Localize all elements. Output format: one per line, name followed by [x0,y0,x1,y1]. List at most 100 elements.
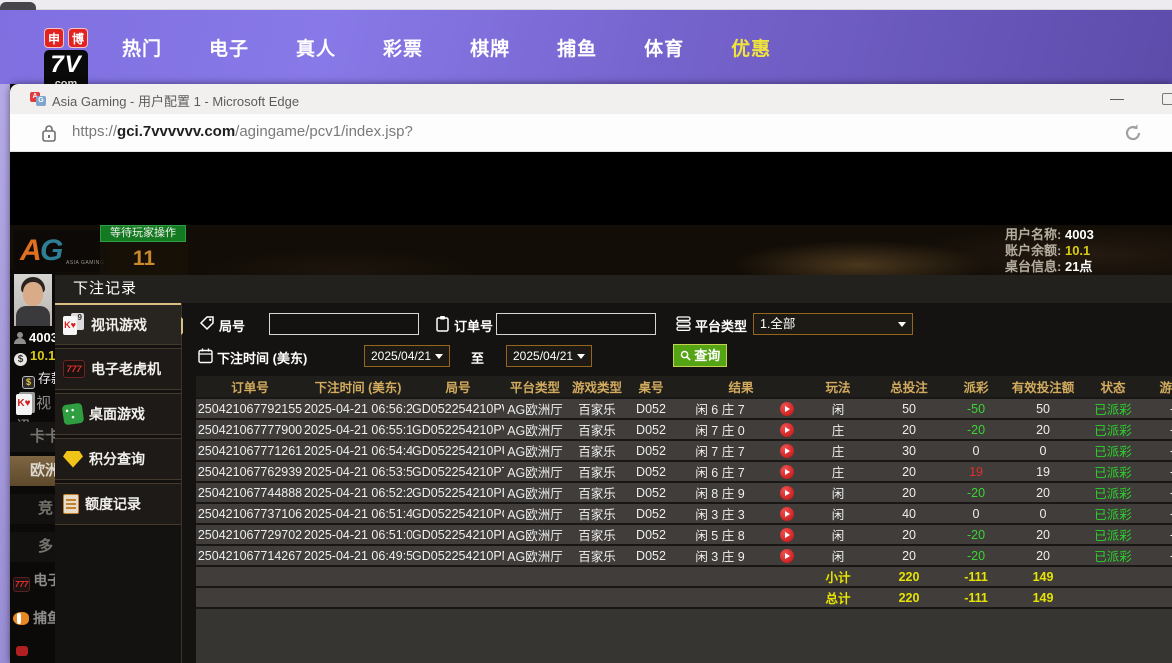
background-tab [0,2,36,10]
moneybag-icon: $ [14,353,27,366]
ag-brand-logo: A G ASIA GAMING [14,230,110,272]
slots-777-icon: 777 [13,577,30,592]
menu-item-slot-machines[interactable]: 777 电子老虎机 [55,348,181,390]
date-from-select[interactable]: 2025/04/21 [364,345,450,367]
total-row: 总计 220 -111 149 [196,587,1172,608]
menu-item-table-games[interactable]: 桌面游戏 [55,393,181,435]
col-game: 游戏 [1142,376,1172,398]
logo-7v: 7V [44,50,88,80]
person-icon [14,332,26,344]
subtotal-row: 小计 220 -111 149 [196,566,1172,587]
platform-type-select[interactable]: 1.全部 [753,313,913,335]
edge-window: AG Asia Gaming - 用户配置 1 - Microsoft Edge… [10,84,1172,663]
menu-item-video-games[interactable]: K♥9 视讯游戏 [55,303,181,345]
logo-badge-shen: 申 [44,28,64,48]
menu-item-points-query[interactable]: 积分查询 [55,438,181,480]
rail-balance: $10.1 [14,348,55,366]
play-video-button[interactable] [780,402,794,416]
col-time: 下注时间 (美东) [304,376,412,398]
slot-machine-icon: 777 [63,360,85,378]
screen: 申 博 7V com 热门 电子 真人 彩票 棋牌 捕鱼 体育 优惠 AG As… [0,0,1172,663]
table-row: 2504210677371062025-04-21 06:51:46 GD052… [196,503,1172,524]
nav-item-promo[interactable]: 优惠 [731,34,771,61]
nav-item-fishing[interactable]: 捕鱼 [557,34,597,61]
search-icon [680,350,691,361]
bet-time-label: 下注时间 (美东) [217,348,307,367]
play-video-button[interactable] [780,465,794,479]
platform-list-icon [675,315,692,332]
title-bar: AG Asia Gaming - 用户配置 1 - Microsoft Edge… [10,84,1172,114]
modal-content: 局号 订单号 平台类型 1.全部 [183,303,1172,663]
tag-icon [199,315,216,332]
order-no-input[interactable] [496,313,656,335]
table-row: 2504210677142672025-04-21 06:49:50 GD052… [196,545,1172,566]
col-order: 订单号 [196,376,304,398]
nav-item-lottery[interactable]: 彩票 [383,34,423,61]
records-doc-icon [63,494,79,514]
betting-records-modal: 下注记录 K♥9 视讯游戏 777 电子老虎机 桌面游戏 [55,275,1172,663]
chevron-down-icon [435,354,443,359]
url-bar[interactable]: https://gci.7vvvvvv.com/agingame/pcv1/in… [10,114,1172,152]
col-status: 状态 [1084,376,1142,398]
site-nav-menu: 热门 电子 真人 彩票 棋牌 捕鱼 体育 优惠 [122,10,771,84]
chevron-down-icon [898,322,906,327]
col-play: 玩法 [808,376,868,398]
chevron-down-icon [577,354,585,359]
play-video-button[interactable] [780,444,794,458]
menu-item-quota-records[interactable]: 额度记录 [55,483,181,525]
points-diamond-icon [63,451,83,468]
col-table-no: 桌号 [628,376,674,398]
col-platform: 平台类型 [504,376,566,398]
modal-title: 下注记录 [55,275,1172,303]
clipboard-icon [434,315,451,332]
window-title: Asia Gaming - 用户配置 1 - Microsoft Edge [52,91,299,110]
play-video-button[interactable] [780,423,794,437]
nav-item-hot[interactable]: 热门 [122,34,162,61]
minimize-button[interactable]: — [1102,84,1132,114]
play-video-button[interactable] [780,507,794,521]
user-label: 用户名称: [1005,227,1061,242]
col-bet: 总投注 [868,376,950,398]
play-video-button[interactable] [780,528,794,542]
maximize-button[interactable] [1162,93,1172,105]
page-edge-strip [0,84,10,663]
platform-type-label: 平台类型 [695,316,747,335]
col-payout: 派彩 [950,376,1002,398]
ag-brand-caption: ASIA GAMING [66,260,104,266]
ag-favicon-icon: AG [30,92,46,107]
balance-label: 账户余额: [1005,243,1061,258]
round-no-input[interactable] [269,313,419,335]
rail-username: 4003 [14,330,58,345]
status-badge: 等待玩家操作 [100,225,186,242]
avatar[interactable] [14,274,52,326]
table-row: 2504210677779002025-04-21 06:55:16 GD052… [196,419,1172,440]
table-row: 2504210677297022025-04-21 06:51:09 GD052… [196,524,1172,545]
countdown-timer: 11 [100,242,188,275]
play-video-button[interactable] [780,549,794,563]
refresh-icon[interactable] [1122,122,1144,144]
game-page: A G ASIA GAMING 等待玩家操作 11 用户名称: 4003 账户余… [10,152,1172,663]
fish-icon [13,612,29,625]
table-row: 2504210677448882025-04-21 06:52:28 GD052… [196,482,1172,503]
empty-row [196,608,1172,648]
nav-item-live[interactable]: 真人 [296,34,336,61]
table-games-icon [62,403,85,426]
search-button[interactable]: 查询 [673,344,727,367]
records-table-wrap: 订单号 下注时间 (美东) 局号 平台类型 游戏类型 桌号 结果 玩法 总投注 … [196,376,1172,663]
order-no-label: 订单号 [454,316,493,335]
to-label: 至 [471,348,484,367]
playing-card-icon: K♥ [16,394,32,415]
nav-item-slots[interactable]: 电子 [209,34,249,61]
subtotal-label: 小计 [808,566,868,587]
modal-sidebar: K♥9 视讯游戏 777 电子老虎机 桌面游戏 积分查询 [55,303,182,663]
nav-item-sports[interactable]: 体育 [644,34,684,61]
calendar-icon [197,347,214,364]
url-text[interactable]: https://gci.7vvvvvv.com/agingame/pcv1/in… [72,123,413,140]
date-to-select[interactable]: 2025/04/21 [506,345,592,367]
records-table: 订单号 下注时间 (美东) 局号 平台类型 游戏类型 桌号 结果 玩法 总投注 … [196,376,1172,648]
col-round: 局号 [412,376,504,398]
lock-icon [40,123,58,143]
table-row: 2504210677712612025-04-21 06:54:40 GD052… [196,440,1172,461]
play-video-button[interactable] [780,486,794,500]
nav-item-cards[interactable]: 棋牌 [470,34,510,61]
